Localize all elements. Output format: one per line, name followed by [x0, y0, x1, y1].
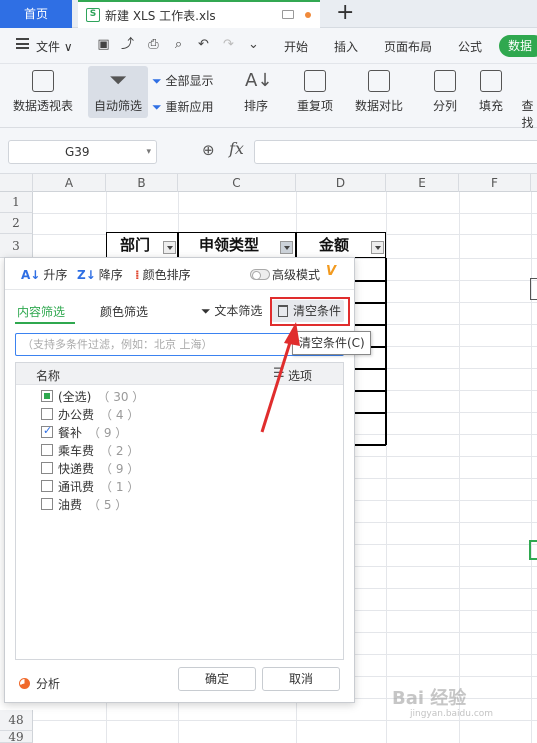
arrow-shaft — [260, 335, 294, 433]
watermark-logo: Bai 经验 — [392, 688, 467, 709]
arrow-head — [284, 322, 300, 346]
annotation-arrow — [260, 322, 300, 433]
watermark-url: jingyan.baidu.com — [410, 709, 494, 719]
